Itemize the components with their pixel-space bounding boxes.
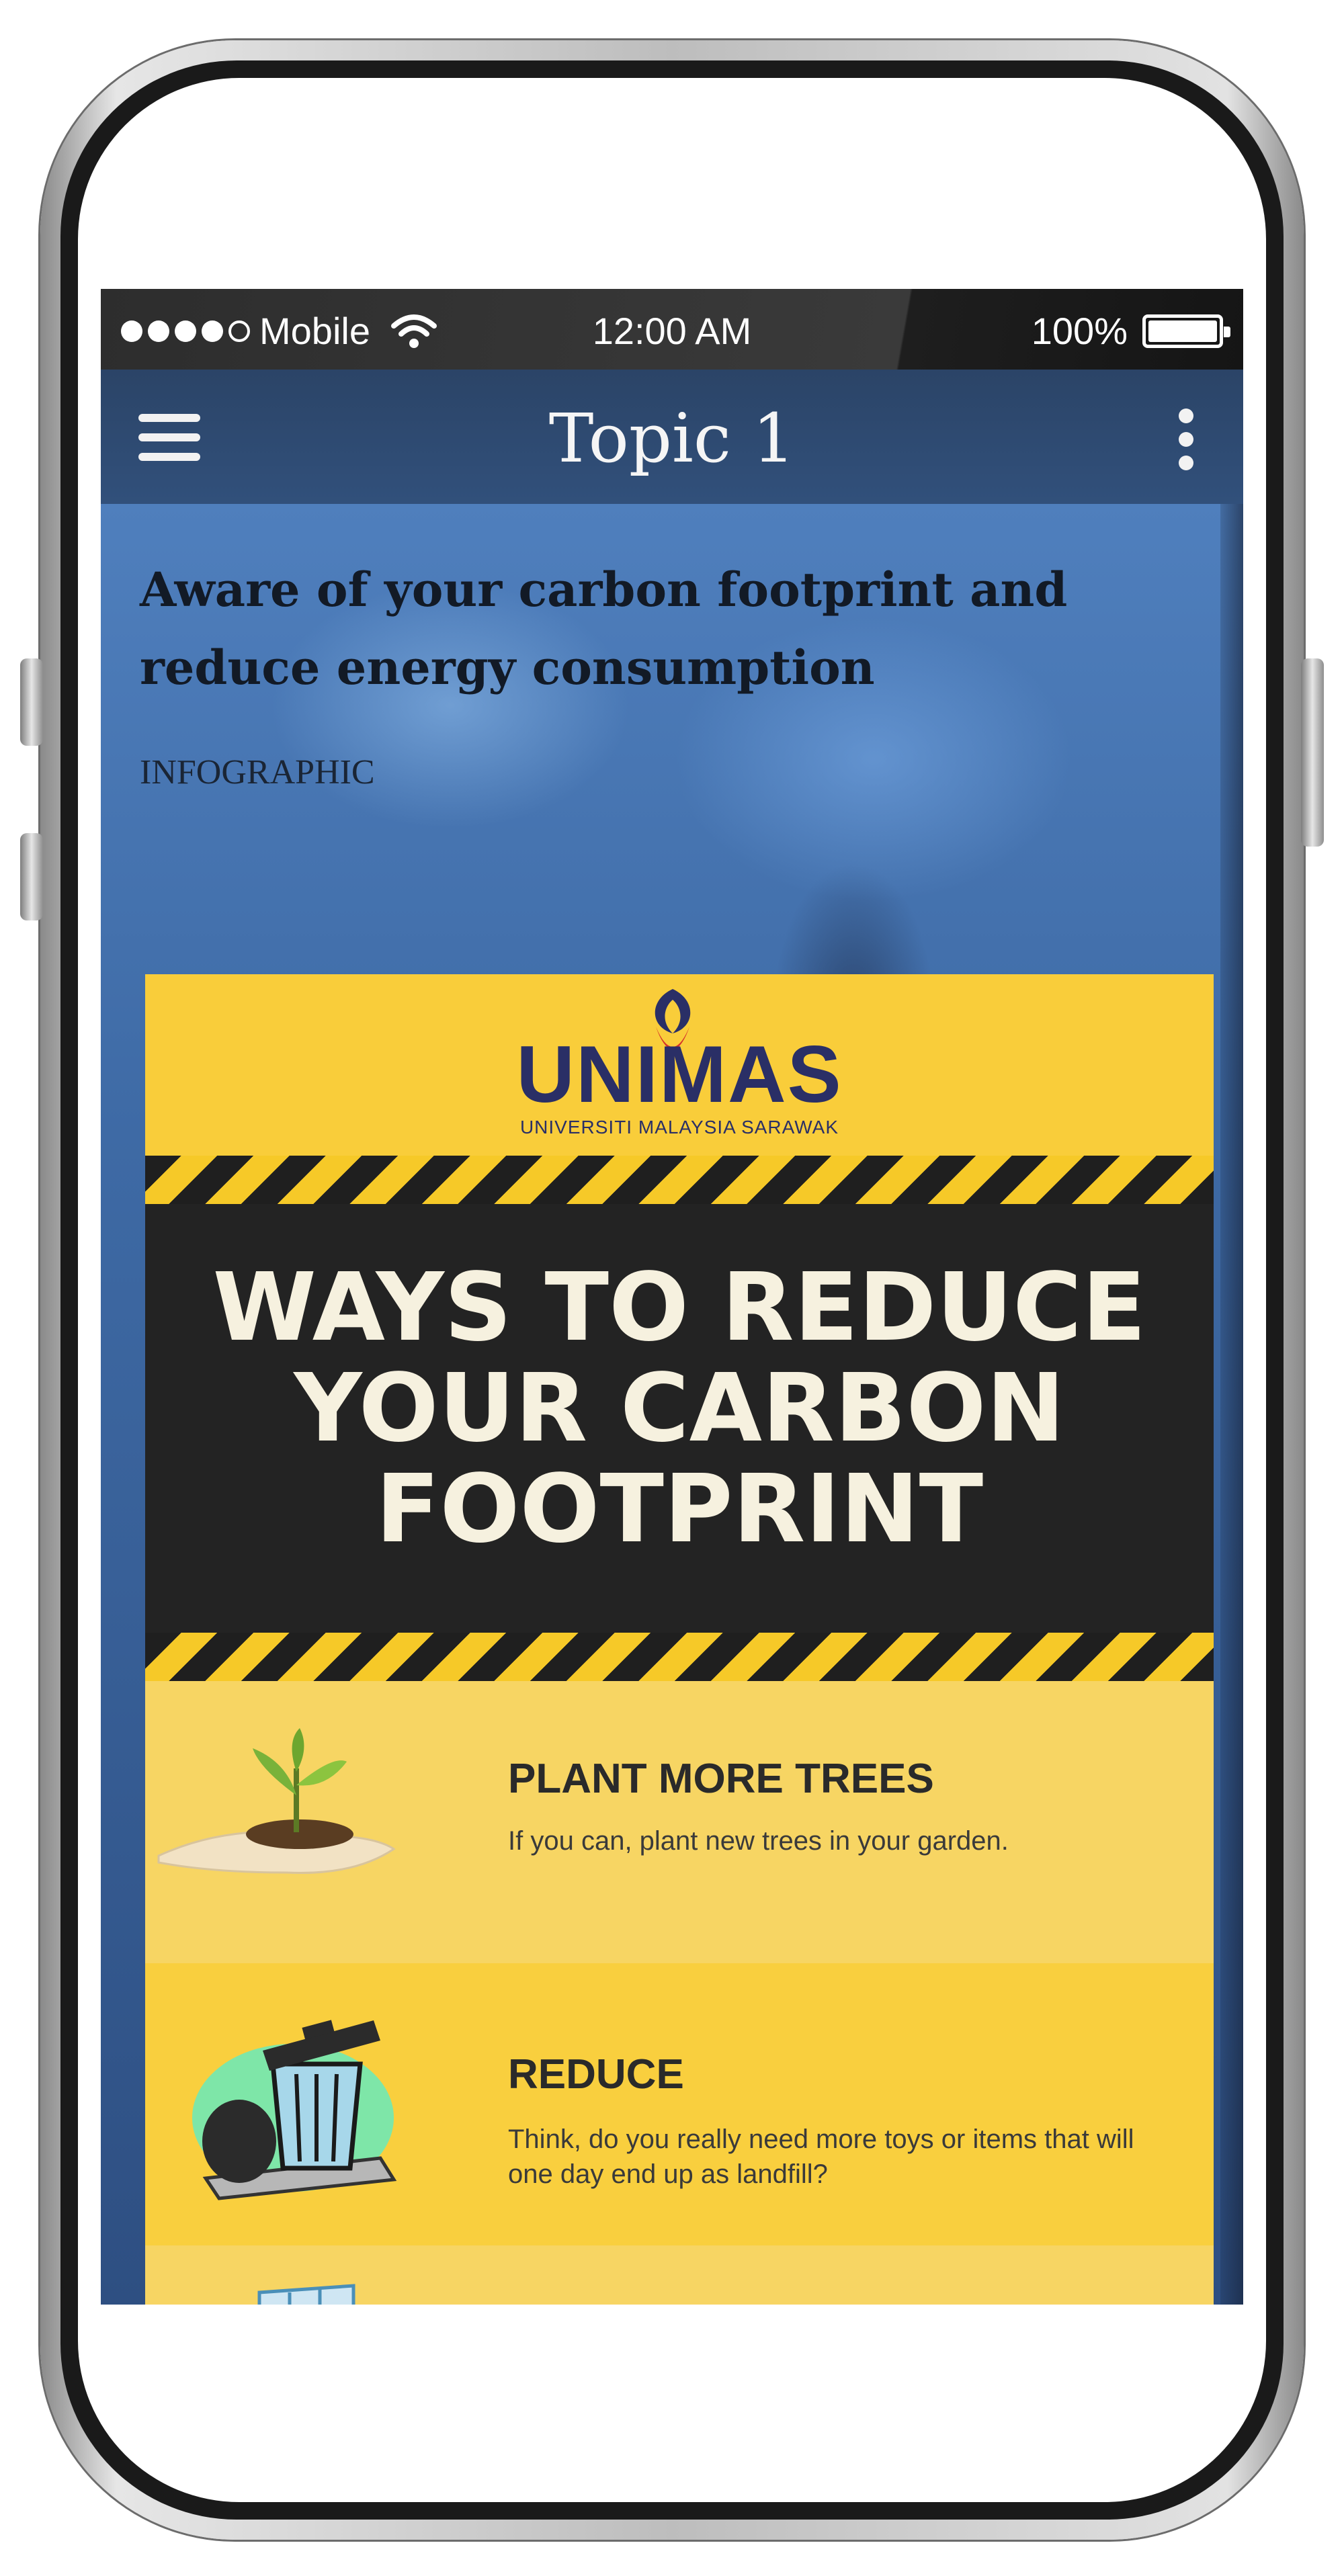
phone-screen: Mobile 12:00 AM 100% Topic 1 Aware of yo…	[101, 289, 1243, 2305]
tip-next-partial	[145, 2245, 1214, 2305]
more-vert-icon[interactable]	[1176, 409, 1196, 470]
seedling-in-hand-icon	[157, 1728, 396, 1875]
infographic-title: WAYS TO REDUCE YOUR CARBON FOOTPRINT	[145, 1258, 1214, 1560]
hazard-stripe-top	[145, 1156, 1214, 1204]
next-tip-icon	[257, 2284, 355, 2305]
status-bar: Mobile 12:00 AM 100%	[101, 289, 1243, 370]
logo-subtitle: UNIVERSITI MALAYSIA SARAWAK	[519, 1117, 839, 1137]
title-line-1: WAYS TO REDUCE	[212, 1253, 1146, 1363]
battery-percent: 100%	[1031, 310, 1128, 352]
tip-text: Think, do you really need more toys or i…	[508, 2124, 1134, 2189]
title-line-2: YOUR CARBON	[294, 1354, 1065, 1463]
tip-text: If you can, plant new trees in your gard…	[508, 1826, 1009, 1856]
article-tag: INFOGRAPHIC	[140, 753, 375, 791]
power-button	[1301, 658, 1324, 847]
volume-up-button	[20, 658, 43, 746]
tip-reduce: REDUCE Think, do you really need more to…	[145, 1963, 1214, 2245]
article-headline[interactable]: Aware of your carbon footprint and reduc…	[140, 551, 1215, 707]
content-edge	[1220, 504, 1243, 2305]
trash-can-icon	[192, 2020, 397, 2200]
unimas-logo: UNIMAS UNIVERSITI MALAYSIA SARAWAK	[145, 974, 1214, 1156]
status-right: 100%	[1031, 309, 1230, 353]
tip-title: PLANT MORE TREES	[508, 1756, 934, 1802]
volume-down-button	[20, 833, 43, 920]
battery-icon	[1142, 314, 1230, 348]
title-band: WAYS TO REDUCE YOUR CARBON FOOTPRINT	[145, 1204, 1214, 1633]
tip-title: REDUCE	[508, 2051, 684, 2098]
title-line-3: FOOTPRINT	[375, 1455, 984, 1564]
infographic-image[interactable]: UNIMAS UNIVERSITI MALAYSIA SARAWAK WAYS …	[145, 974, 1214, 2305]
hazard-stripe-bottom	[145, 1633, 1214, 1681]
page-title: Topic 1	[548, 399, 796, 478]
app-bar: Topic 1	[101, 370, 1243, 504]
logo-text: UNIMAS	[516, 1029, 843, 1119]
tip-plant-trees: PLANT MORE TREES If you can, plant new t…	[145, 1681, 1214, 1963]
